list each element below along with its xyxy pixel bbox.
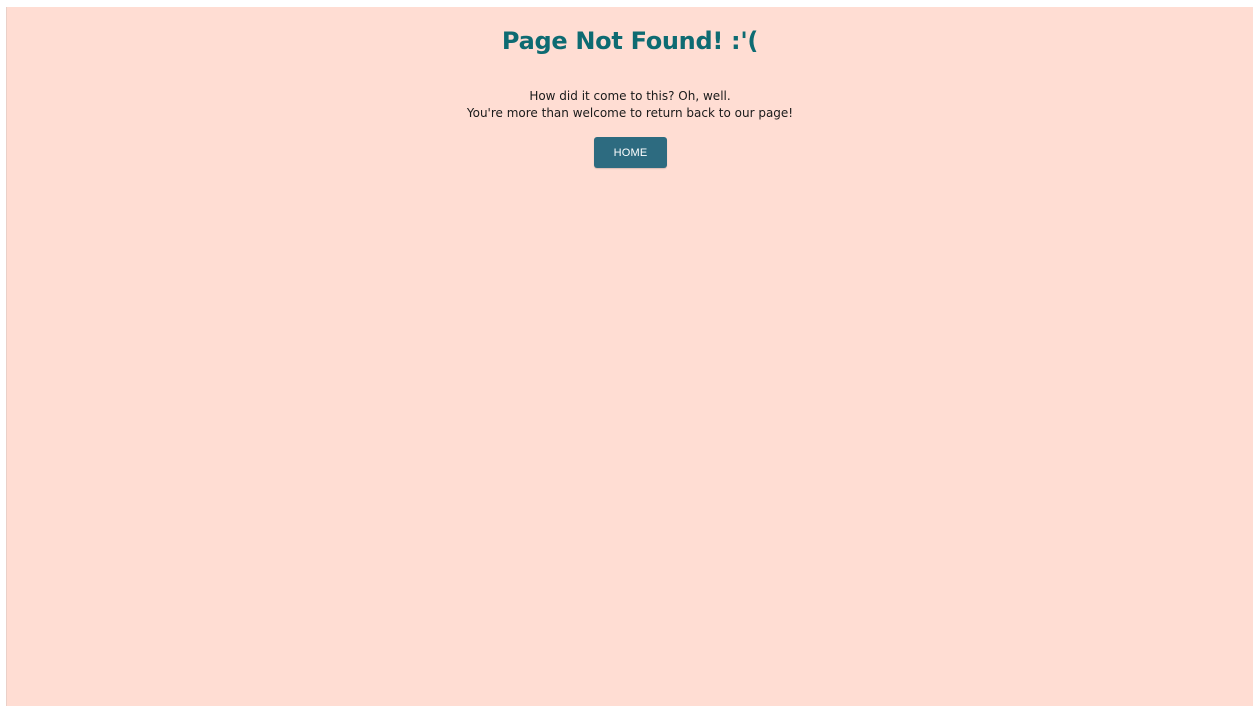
message-line-2: You're more than welcome to return back … bbox=[466, 106, 794, 120]
page-title: Page Not Found! :'( bbox=[501, 27, 759, 55]
page-container: Page Not Found! :'( How did it come to t… bbox=[6, 7, 1253, 706]
message-line-1: How did it come to this? Oh, well. bbox=[529, 89, 731, 103]
home-button[interactable]: HOME bbox=[594, 137, 667, 168]
